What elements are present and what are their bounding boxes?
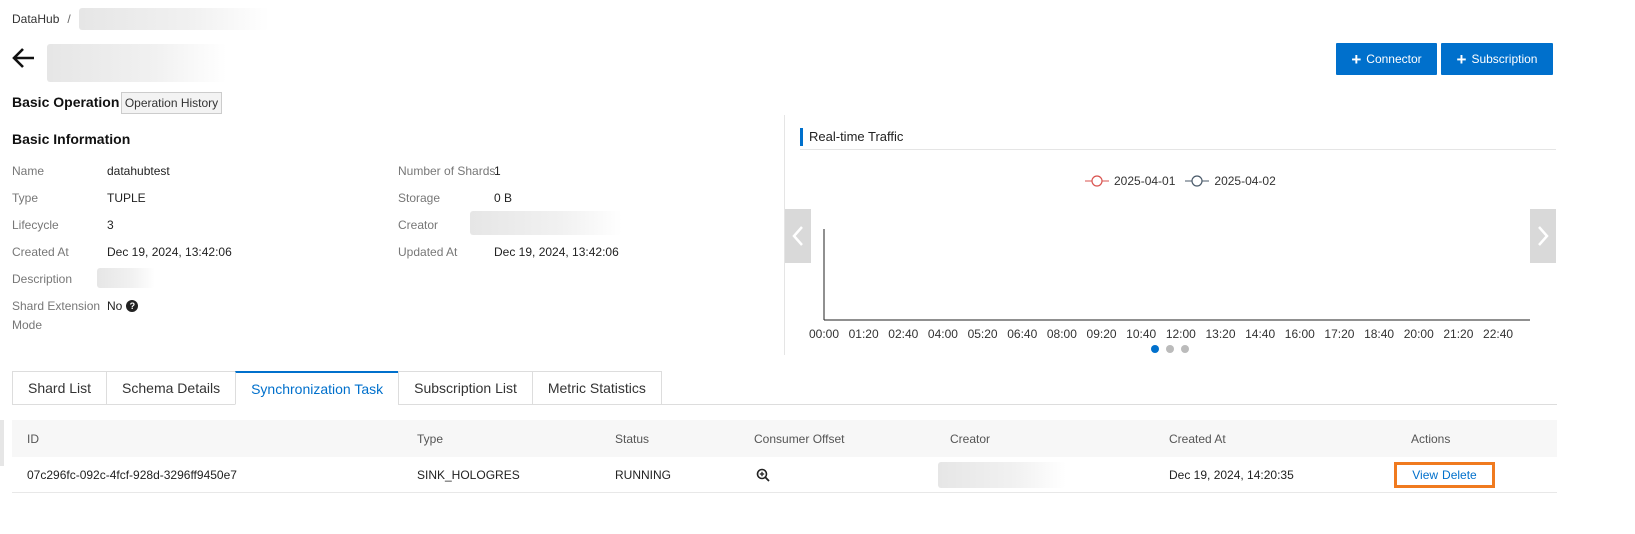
lifecycle-value: 3 bbox=[107, 218, 114, 232]
shards-value: 1 bbox=[494, 164, 501, 178]
delete-link[interactable]: Delete bbox=[1442, 468, 1477, 482]
add-connector-button[interactable]: + Connector bbox=[1336, 43, 1437, 75]
legend-item-2[interactable]: 2025-04-02 bbox=[1185, 174, 1276, 188]
view-link[interactable]: View bbox=[1412, 468, 1438, 482]
left-edge-stub bbox=[0, 420, 4, 466]
traffic-title-underline bbox=[800, 149, 1556, 150]
row-status: RUNNING bbox=[615, 468, 671, 482]
x-tick-label: 04:00 bbox=[928, 327, 958, 341]
shard-extension-label: Shard Extension bbox=[12, 299, 101, 313]
breadcrumb: DataHub / bbox=[12, 8, 269, 30]
x-tick-label: 17:20 bbox=[1324, 327, 1354, 341]
breadcrumb-root[interactable]: DataHub bbox=[12, 12, 59, 26]
x-tick-label: 01:20 bbox=[849, 327, 879, 341]
column-header-actions: Actions bbox=[1411, 432, 1451, 446]
chart-page-dot-2[interactable] bbox=[1166, 345, 1174, 353]
x-tick-label: 13:20 bbox=[1205, 327, 1235, 341]
tab-subscription-list[interactable]: Subscription List bbox=[398, 371, 532, 405]
x-tick-label: 12:00 bbox=[1166, 327, 1196, 341]
x-tick-label: 08:00 bbox=[1047, 327, 1077, 341]
shards-label: Number of Shards bbox=[398, 164, 496, 178]
operation-history-button[interactable]: Operation History bbox=[121, 92, 222, 114]
plus-icon: + bbox=[1351, 49, 1362, 69]
type-value: TUPLE bbox=[107, 191, 146, 205]
tab-synchronization-task[interactable]: Synchronization Task bbox=[235, 371, 399, 405]
tab-shard-list[interactable]: Shard List bbox=[12, 371, 107, 405]
consumer-offset-zoom-icon[interactable] bbox=[756, 468, 770, 485]
created-at-value: Dec 19, 2024, 13:42:06 bbox=[107, 245, 232, 259]
legend-marker-icon bbox=[1185, 175, 1210, 187]
column-header-status: Status bbox=[615, 432, 650, 446]
column-header-created-at: Created At bbox=[1169, 432, 1226, 446]
x-tick-label: 21:20 bbox=[1443, 327, 1473, 341]
tab-metric-statistics[interactable]: Metric Statistics bbox=[531, 371, 662, 405]
column-header-creator: Creator bbox=[950, 432, 991, 446]
back-arrow-icon[interactable] bbox=[10, 44, 38, 72]
name-value: datahubtest bbox=[107, 164, 170, 178]
basic-operation-heading: Basic Operation bbox=[12, 94, 120, 110]
x-tick-label: 18:40 bbox=[1364, 327, 1394, 341]
page-title-redacted bbox=[47, 44, 227, 82]
traffic-legend: 2025-04-01 2025-04-02 bbox=[1085, 174, 1286, 188]
table-row-divider bbox=[12, 492, 1557, 493]
x-tick-label: 16:00 bbox=[1285, 327, 1315, 341]
chart-page-dot-3[interactable] bbox=[1181, 345, 1189, 353]
row-created-at: Dec 19, 2024, 14:20:35 bbox=[1169, 468, 1294, 482]
tab-schema-details[interactable]: Schema Details bbox=[106, 371, 236, 405]
x-tick-label: 10:40 bbox=[1126, 327, 1156, 341]
column-header-consumer-offset: Consumer Offset bbox=[754, 432, 845, 446]
row-type: SINK_HOLOGRES bbox=[417, 468, 520, 482]
traffic-chart: 00:00 01:20 02:40 04:00 05:20 06:40 08:00 09:20… bbox=[809, 229, 1530, 341]
x-tick-label: 09:20 bbox=[1087, 327, 1117, 341]
column-header-id: ID bbox=[27, 432, 39, 446]
description-value-redacted bbox=[97, 268, 155, 288]
chart-page-dot-1[interactable] bbox=[1151, 345, 1159, 353]
legend-marker-icon bbox=[1085, 175, 1109, 187]
help-icon[interactable]: ? bbox=[126, 300, 139, 312]
x-tick-label: 02:40 bbox=[888, 327, 918, 341]
creator-value-redacted bbox=[470, 211, 622, 235]
basic-information-heading: Basic Information bbox=[12, 131, 131, 147]
add-subscription-button[interactable]: + Subscription bbox=[1441, 43, 1553, 75]
breadcrumb-separator: / bbox=[67, 12, 71, 26]
shard-extension-value: No ? bbox=[107, 299, 139, 313]
storage-label: Storage bbox=[398, 191, 441, 205]
x-tick-label: 00:00 bbox=[809, 327, 839, 341]
description-label: Description bbox=[12, 272, 73, 286]
updated-at-value: Dec 19, 2024, 13:42:06 bbox=[494, 245, 619, 259]
created-at-label: Created At bbox=[12, 245, 69, 259]
shard-extension-label-mode: Mode bbox=[12, 318, 43, 332]
x-tick-label: 06:40 bbox=[1007, 327, 1037, 341]
x-tick-label: 20:00 bbox=[1404, 327, 1434, 341]
plus-icon: + bbox=[1456, 49, 1467, 69]
name-label: Name bbox=[12, 164, 45, 178]
chevron-right-icon bbox=[1538, 226, 1549, 246]
type-label: Type bbox=[12, 191, 39, 205]
traffic-title: Real-time Traffic bbox=[800, 128, 903, 146]
creator-label: Creator bbox=[398, 218, 439, 232]
updated-at-label: Updated At bbox=[398, 245, 458, 259]
row-actions: View Delete bbox=[1394, 462, 1495, 488]
x-tick-label: 05:20 bbox=[968, 327, 998, 341]
chart-next-button[interactable] bbox=[1530, 209, 1556, 263]
breadcrumb-topic-redacted bbox=[78, 8, 269, 30]
row-creator-redacted bbox=[938, 462, 1066, 488]
lifecycle-label: Lifecycle bbox=[12, 218, 59, 232]
chart-pagination bbox=[1151, 345, 1196, 353]
storage-value: 0 B bbox=[494, 191, 513, 205]
x-tick-label: 14:40 bbox=[1245, 327, 1275, 341]
x-tick-label: 22:40 bbox=[1483, 327, 1513, 341]
detail-tabs: Shard List Schema Details Synchronization … bbox=[12, 371, 662, 405]
column-header-type: Type bbox=[417, 432, 444, 446]
row-id: 07c296fc-092c-4fcf-928d-3296ff9450e7 bbox=[27, 468, 237, 482]
legend-item-1[interactable]: 2025-04-01 bbox=[1085, 174, 1175, 188]
